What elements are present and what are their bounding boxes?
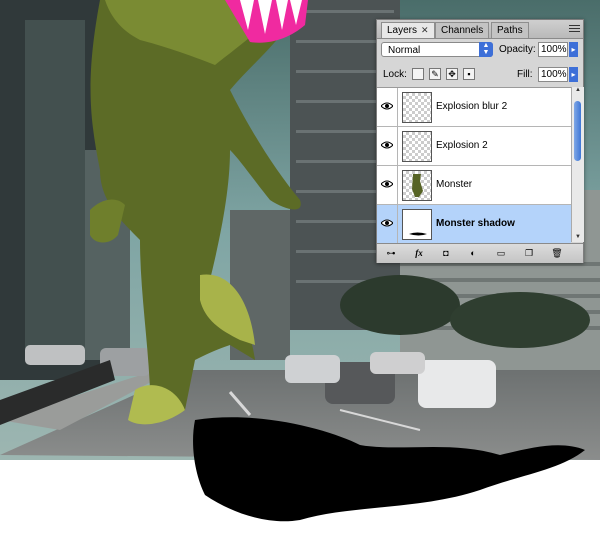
layers-panel: Layers ✕ Channels Paths Normal ▲ ▼ Opacity… [376,19,584,263]
blend-mode-value: Normal [388,45,421,56]
new-layer-icon[interactable]: ❐ [523,247,535,259]
blend-opacity-row: Normal ▲ ▼ Opacity: 100% ▸ [377,39,583,65]
trash-icon[interactable]: 🗑 [551,247,563,259]
fill-slider-arrow-icon[interactable]: ▸ [569,67,578,82]
tab-channels-label: Channels [441,25,484,36]
mask-icon[interactable]: ◘ [440,247,452,259]
layer-name: Monster shadow [436,218,515,229]
visibility-eye-icon[interactable] [377,88,398,126]
layers-list: Explosion blur 2 Explosion 2 Monster Mon… [377,87,571,243]
layer-name: Monster [436,179,473,190]
lock-paint-brush-icon[interactable]: ✎ [429,68,441,80]
tab-layers[interactable]: Layers ✕ [381,22,435,38]
adjustment-icon[interactable]: ◐ [467,247,479,259]
scrollbar-thumb[interactable] [574,101,581,161]
tab-channels[interactable]: Channels [435,22,490,38]
lock-position-move-icon[interactable]: ✥ [446,68,458,80]
link-icon[interactable]: ⊶ [385,247,397,259]
tab-layers-label: Layers [387,25,418,36]
layer-row-monster-shadow[interactable]: Monster shadow [377,205,571,243]
layers-bottom-toolbar: ⊶ fx ◘ ◐ ▭ ❐ 🗑 [377,243,583,263]
layer-thumbnail [402,131,432,162]
tab-paths-label: Paths [497,25,523,36]
chevron-updown-icon: ▲ ▼ [479,42,493,57]
fill-input[interactable]: 100% [538,67,568,82]
layer-thumbnail [402,92,432,123]
opacity-input[interactable]: 100% [538,42,568,57]
opacity-slider-arrow-icon[interactable]: ▸ [569,42,578,57]
layer-name: Explosion 2 [436,140,488,151]
lock-transparency-icon[interactable] [412,68,424,80]
layer-row-explosion-2[interactable]: Explosion 2 [377,127,571,166]
layer-name: Explosion blur 2 [436,101,508,112]
panel-tab-bar: Layers ✕ Channels Paths [377,20,583,39]
visibility-eye-icon[interactable] [377,166,398,204]
layers-scrollbar[interactable]: ▲ ▼ [571,87,584,242]
blend-mode-select[interactable]: Normal ▲ ▼ [381,42,493,57]
layer-row-explosion-blur-2[interactable]: Explosion blur 2 [377,88,571,127]
shadow-thumbnail-icon [409,232,427,236]
monster-thumbnail-icon [412,174,423,197]
layer-thumbnail [402,170,432,201]
opacity-label: Opacity: [499,44,536,55]
fill-label: Fill: [517,69,533,80]
scroll-down-arrow-icon[interactable]: ▼ [572,234,584,242]
panel-menu-icon[interactable] [569,23,580,34]
visibility-eye-icon[interactable] [377,205,398,243]
layer-thumbnail [402,209,432,240]
layer-row-monster[interactable]: Monster [377,166,571,205]
tab-paths[interactable]: Paths [491,22,529,38]
group-folder-icon[interactable]: ▭ [495,247,507,259]
visibility-eye-icon[interactable] [377,127,398,165]
close-icon[interactable]: ✕ [421,25,429,35]
lock-label: Lock: [383,69,407,80]
lock-all-padlock-icon[interactable]: ▪ [463,68,475,80]
scroll-up-arrow-icon[interactable]: ▲ [572,87,584,95]
fx-icon[interactable]: fx [413,247,425,259]
